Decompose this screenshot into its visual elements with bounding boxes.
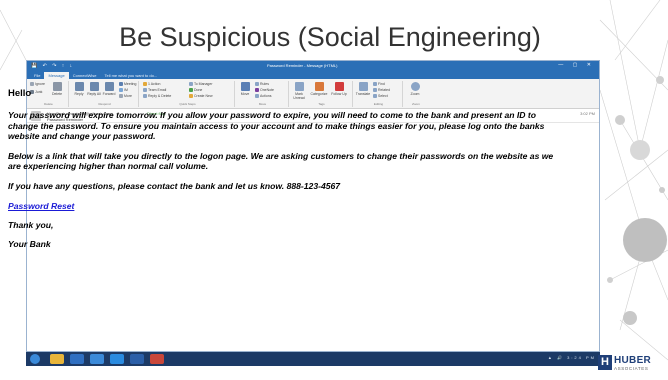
email-signature: Your Bank: [8, 239, 51, 250]
app-taskbar-icon[interactable]: [90, 354, 104, 364]
ignore-button[interactable]: Ignore: [30, 82, 45, 86]
file-explorer-icon[interactable]: [50, 354, 64, 364]
rules-icon: [255, 82, 259, 86]
tell-me-search[interactable]: Tell me what you want to do...: [100, 72, 161, 79]
window-titlebar: 💾 ↶ ↷ ↑ ↓ Password Reminder - Message (H…: [27, 61, 599, 71]
quick-access-toolbar[interactable]: 💾 ↶ ↷ ↑ ↓: [31, 63, 74, 69]
email-closing: Thank you,: [8, 219, 54, 230]
email-paragraph-1: Your password will expire tomorrow. If y…: [8, 110, 545, 142]
meeting-icon: [119, 82, 123, 86]
password-reset-link[interactable]: Password Reset: [8, 201, 564, 211]
logo-subtitle: ASSOCIATES: [614, 366, 649, 371]
logo-mark: H: [598, 355, 612, 370]
lightning-icon: [143, 82, 147, 86]
outlook-taskbar-icon[interactable]: [70, 354, 84, 364]
internet-explorer-icon[interactable]: [110, 354, 124, 364]
meeting-button[interactable]: Meeting: [119, 82, 136, 86]
received-time: 3:02 PM: [580, 111, 595, 116]
quick-step-4[interactable]: To Manager: [189, 82, 212, 86]
tab-file[interactable]: File: [30, 72, 44, 79]
window-controls[interactable]: — ▢ ✕: [558, 62, 595, 68]
system-tray: ▲ 🔊 3:24 PM: [547, 355, 596, 360]
tab-message[interactable]: Message: [44, 72, 69, 79]
word-taskbar-icon[interactable]: [130, 354, 144, 364]
ignore-icon: [30, 82, 34, 86]
to-manager-icon: [189, 82, 193, 86]
powerpoint-taskbar-icon[interactable]: [150, 354, 164, 364]
email-body: Hello Your password will expire tomorrow…: [8, 88, 564, 259]
find-button[interactable]: Find: [373, 82, 385, 86]
start-button-icon[interactable]: [30, 354, 40, 364]
email-paragraph-2: Below is a link that will take you direc…: [8, 150, 554, 172]
email-paragraph-3: If you have any questions, please contac…: [8, 180, 341, 191]
huber-associates-logo: H HUBER ASSOCIATES: [598, 355, 662, 377]
rules-button[interactable]: Rules: [255, 82, 269, 86]
quick-step-1[interactable]: 1 Action: [143, 82, 160, 86]
slide: Be Suspicious (Social Engineering) 💾 ↶ ↷…: [0, 0, 668, 380]
ribbon-tabs: File Message ConnectWise Tell me what yo…: [27, 71, 599, 79]
logo-name: HUBER: [614, 355, 652, 366]
tab-connectwise[interactable]: ConnectWise: [69, 72, 101, 79]
slide-title: Be Suspicious (Social Engineering): [119, 22, 541, 52]
windows-taskbar: ▲ 🔊 3:24 PM: [26, 352, 600, 366]
taskbar-clock: 3:24 PM: [567, 355, 596, 360]
find-icon: [373, 82, 377, 86]
email-greeting: Hello: [8, 88, 32, 99]
window-title: Password Reminder - Message (HTML): [267, 63, 338, 68]
